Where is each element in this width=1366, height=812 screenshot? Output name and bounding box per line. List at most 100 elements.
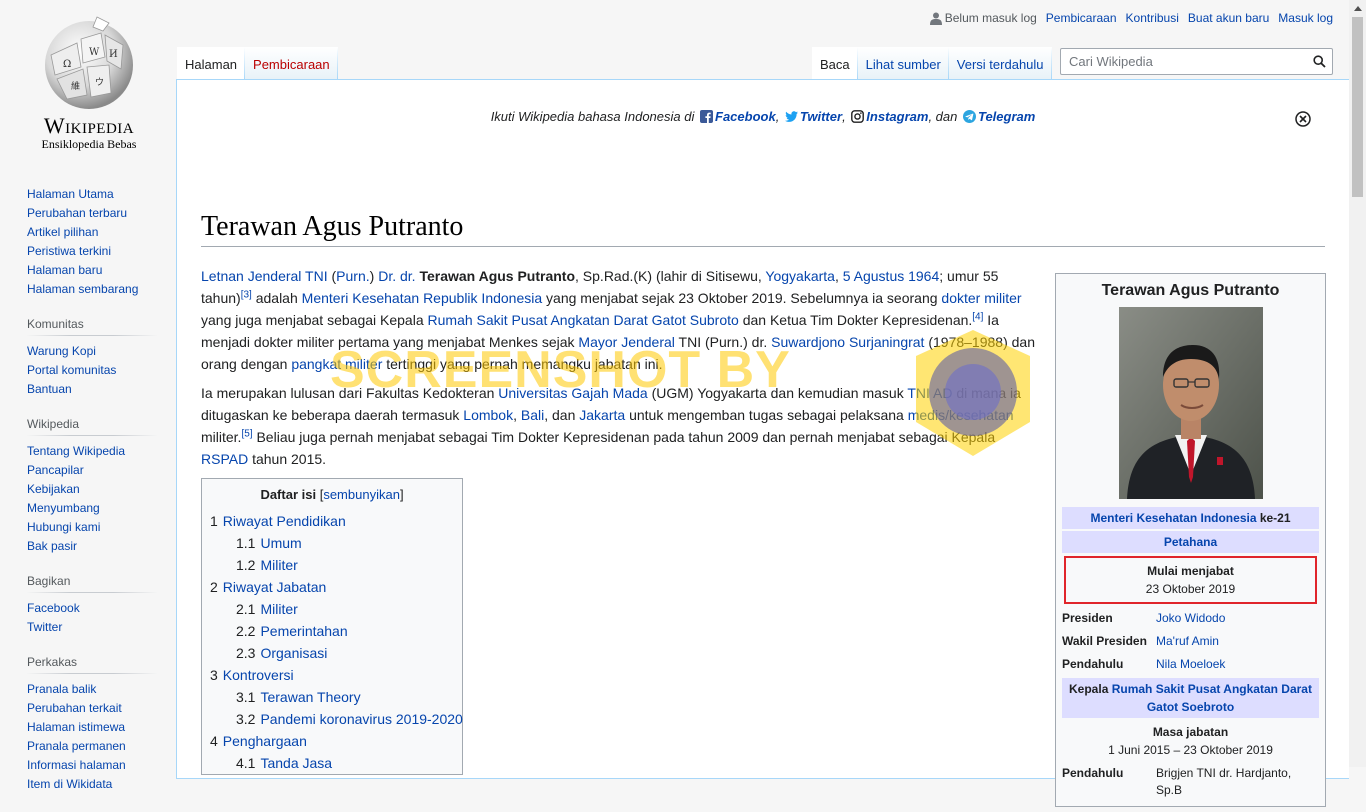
toc-title: Daftar isi [sembunyikan]	[260, 487, 404, 502]
link-rspad-full[interactable]: Rumah Sakit Pusat Angkatan Darat Gatot S…	[428, 312, 739, 328]
link-dokter-militer[interactable]: dokter militer	[941, 290, 1021, 306]
since-label: Mulai menjabat	[1147, 564, 1234, 578]
search-box	[1060, 48, 1333, 75]
toc-toggle-link[interactable]: sembunyikan	[323, 487, 400, 502]
link-suwardjono[interactable]: Suwardjono Surjaningrat	[771, 334, 924, 350]
toc-item[interactable]: 1.1 Umum	[210, 532, 454, 554]
link-ugm[interactable]: Universitas Gajah Mada	[498, 385, 647, 401]
sidebar-item-pancapilar[interactable]: Pancapilar	[27, 463, 84, 477]
toc-item[interactable]: 2 Riwayat Jabatan	[210, 576, 454, 598]
sidebar-wikipedia: Wikipedia Tentang Wikipedia Pancapilar K…	[27, 417, 157, 556]
infobox-since-highlight: Mulai menjabat 23 Oktober 2019	[1064, 556, 1317, 604]
sidebar-item-artikel-pilihan[interactable]: Artikel pilihan	[27, 225, 98, 239]
close-icon[interactable]	[1295, 111, 1311, 127]
tab-lihat-sumber[interactable]: Lihat sumber	[858, 47, 949, 80]
sidebar-item-pranala-permanen[interactable]: Pranala permanen	[27, 739, 126, 753]
scroll-up-arrow[interactable]	[1349, 0, 1366, 17]
toc-item[interactable]: 2.3 Organisasi	[210, 642, 454, 664]
search-icon[interactable]	[1313, 55, 1326, 68]
user-icon	[929, 12, 942, 25]
sidebar-item-halaman-sembarang[interactable]: Halaman sembarang	[27, 282, 138, 296]
link-joko-widodo[interactable]: Joko Widodo	[1156, 611, 1225, 625]
toc-item[interactable]: 2.1 Militer	[210, 598, 454, 620]
sidebar-item-halaman-utama[interactable]: Halaman Utama	[27, 187, 114, 201]
sidebar-item-menyumbang[interactable]: Menyumbang	[27, 501, 100, 515]
link-birthdate[interactable]: 5 Agustus 1964	[843, 268, 940, 284]
link-letjen[interactable]: Letnan Jenderal TNI	[201, 268, 328, 284]
banner-telegram-link[interactable]: Telegram	[978, 109, 1035, 124]
ref-4[interactable]: [4]	[972, 311, 983, 322]
scrollbar-thumb[interactable]	[1352, 17, 1363, 197]
link-menkes[interactable]: Menteri Kesehatan Republik Indonesia	[302, 290, 543, 306]
sidebar-item-twitter[interactable]: Twitter	[27, 620, 62, 634]
sidebar-item-informasi-halaman[interactable]: Informasi halaman	[27, 758, 126, 772]
ref-3[interactable]: [3]	[241, 289, 252, 300]
wikipedia-logo[interactable]: W Ω И 維 ウ Wikipedia Ensiklopedia Bebas	[25, 15, 153, 160]
link-yogyakarta[interactable]: Yogyakarta	[765, 268, 835, 284]
link-tni-ad[interactable]: TNI AD	[907, 385, 952, 401]
tab-versi-terdahulu[interactable]: Versi terdahulu	[949, 47, 1052, 80]
sidebar-item-perubahan-terbaru[interactable]: Perubahan terbaru	[27, 206, 127, 220]
link-rspad-gatot-soebroto[interactable]: Rumah Sakit Pusat Angkatan Darat Gatot S…	[1112, 682, 1312, 714]
link-lombok[interactable]: Lombok	[463, 407, 513, 423]
banner-facebook-link[interactable]: Facebook	[715, 109, 776, 124]
link-office[interactable]: Menteri Kesehatan Indonesia	[1090, 511, 1256, 525]
portrait-image[interactable]	[1118, 307, 1263, 499]
link-dr[interactable]: Dr. dr.	[378, 268, 415, 284]
sidebar-item-hubungi-kami[interactable]: Hubungi kami	[27, 520, 100, 534]
toc-item[interactable]: 3 Kontroversi	[210, 664, 454, 686]
talk-link[interactable]: Pembicaraan	[1046, 11, 1117, 25]
sidebar-item-facebook[interactable]: Facebook	[27, 601, 80, 615]
sidebar-komunitas: Komunitas Warung Kopi Portal komunitas B…	[27, 317, 157, 399]
link-mayjen[interactable]: Mayor Jenderal	[578, 334, 675, 350]
sidebar-item-portal-komunitas[interactable]: Portal komunitas	[27, 363, 116, 377]
link-petahana[interactable]: Petahana	[1164, 535, 1217, 549]
sidebar-item-bak-pasir[interactable]: Bak pasir	[27, 539, 77, 553]
link-bali[interactable]: Bali	[521, 407, 544, 423]
contributions-link[interactable]: Kontribusi	[1126, 11, 1179, 25]
toc-item[interactable]: 3.2 Pandemi koronavirus 2019-2020	[210, 708, 463, 730]
link-purn[interactable]: Purn.	[336, 268, 369, 284]
sidebar-item-pranala-balik[interactable]: Pranala balik	[27, 682, 96, 696]
search-input[interactable]	[1067, 53, 1313, 70]
svg-text:維: 維	[71, 80, 80, 92]
link-nila-moeloek[interactable]: Nila Moeloek	[1156, 657, 1225, 671]
toc-item[interactable]: 4.1 Tanda Jasa	[210, 752, 454, 774]
sidebar-item-perubahan-terkait[interactable]: Perubahan terkait	[27, 701, 122, 715]
login-link[interactable]: Masuk log	[1278, 11, 1333, 25]
globe-icon: W Ω И 維 ウ	[45, 16, 133, 109]
sidebar-item-bantuan[interactable]: Bantuan	[27, 382, 72, 396]
link-jakarta[interactable]: Jakarta	[579, 407, 625, 423]
sidebar-heading-komunitas: Komunitas	[27, 317, 157, 336]
tab-baca[interactable]: Baca	[812, 47, 858, 80]
toc-item[interactable]: 3.1 Terawan Theory	[210, 686, 454, 708]
sidebar-item-peristiwa-terkini[interactable]: Peristiwa terkini	[27, 244, 111, 258]
sidebar-item-kebijakan[interactable]: Kebijakan	[27, 482, 80, 496]
banner-twitter-link[interactable]: Twitter	[800, 109, 842, 124]
link-medis[interactable]: medis/kesehatan	[908, 407, 1014, 423]
sidebar-item-warung-kopi[interactable]: Warung Kopi	[27, 344, 96, 358]
tab-pembicaraan[interactable]: Pembicaraan	[245, 47, 338, 80]
toc-item[interactable]: 1.2 Militer	[210, 554, 454, 576]
sidebar-heading-bagikan: Bagikan	[27, 574, 157, 593]
create-account-link[interactable]: Buat akun baru	[1188, 11, 1269, 25]
toc-item[interactable]: 4 Penghargaan	[210, 730, 454, 752]
sidebar-item-halaman-istimewa[interactable]: Halaman istimewa	[27, 720, 125, 734]
sidebar-item-tentang[interactable]: Tentang Wikipedia	[27, 444, 125, 458]
facebook-icon	[700, 110, 713, 123]
sidebar-navigation: Halaman Utama Perubahan terbaru Artikel …	[27, 185, 157, 299]
infobox-office2-header: Kepala Rumah Sakit Pusat Angkatan Darat …	[1062, 678, 1319, 718]
sidebar-item-wikidata[interactable]: Item di Wikidata	[27, 777, 112, 791]
sidebar-item-halaman-baru[interactable]: Halaman baru	[27, 263, 102, 277]
link-rspad[interactable]: RSPAD	[201, 451, 248, 467]
banner-instagram-link[interactable]: Instagram	[866, 109, 928, 124]
subject-name: Terawan Agus Putranto	[419, 268, 576, 284]
ref-5[interactable]: [5]	[241, 428, 252, 439]
link-maruf-amin[interactable]: Ma'ruf Amin	[1156, 634, 1219, 648]
page-scrollbar[interactable]	[1349, 0, 1366, 767]
namespace-tabs: Halaman Pembicaraan	[177, 47, 338, 80]
tab-halaman[interactable]: Halaman	[177, 47, 245, 80]
link-pangkat-militer[interactable]: pangkat militer	[291, 356, 382, 372]
toc-item[interactable]: 2.2 Pemerintahan	[210, 620, 454, 642]
toc-item[interactable]: 1 Riwayat Pendidikan	[210, 510, 454, 532]
